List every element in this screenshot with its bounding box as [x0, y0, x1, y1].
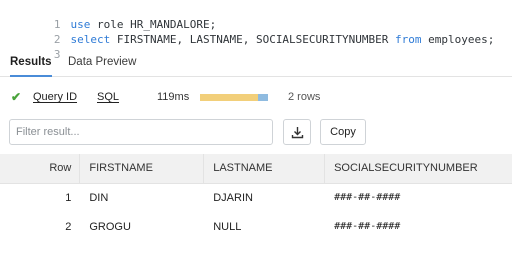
filter-result-input[interactable] — [9, 119, 273, 145]
download-button[interactable] — [283, 119, 311, 145]
code-line-2[interactable]: 2 select FIRSTNAME, LASTNAME, SOCIALSECUR… — [0, 17, 512, 46]
firstname-cell[interactable]: GROGU — [79, 212, 205, 241]
ssn-cell[interactable]: ###-##-#### — [324, 183, 512, 212]
row-count: 2 rows — [288, 91, 321, 103]
results-table: Row FIRSTNAME LASTNAME SOCIALSECURITYNUM… — [0, 154, 512, 241]
query-id-link[interactable]: Query ID — [33, 91, 77, 103]
tab-data-preview[interactable]: Data Preview — [68, 56, 136, 77]
firstname-cell[interactable]: DIN — [79, 183, 205, 212]
lastname-cell[interactable]: DJARIN — [203, 183, 326, 212]
table-row[interactable]: 2 GROGU NULL ###-##-#### — [0, 212, 512, 241]
copy-button[interactable]: Copy — [320, 119, 366, 145]
query-info-bar: ✔ Query ID SQL 119ms 2 rows — [0, 85, 512, 111]
ssn-cell[interactable]: ###-##-#### — [324, 212, 512, 241]
table-header-row: Row FIRSTNAME LASTNAME SOCIALSECURITYNUM… — [0, 154, 512, 184]
row-number-cell: 2 — [0, 212, 81, 241]
column-header-row[interactable]: Row — [0, 154, 81, 184]
tab-results[interactable]: Results — [10, 56, 52, 77]
column-header-ssn[interactable]: SOCIALSECURITYNUMBER — [324, 154, 512, 184]
query-duration: 119ms — [157, 91, 190, 103]
sql-link[interactable]: SQL — [97, 91, 119, 103]
timing-bar — [200, 94, 268, 101]
column-header-lastname[interactable]: LASTNAME — [203, 154, 326, 184]
code-line-1[interactable]: 1 use role HR_MANDALORE; — [0, 2, 512, 31]
download-icon — [291, 126, 303, 138]
timing-bar-segment — [257, 94, 268, 101]
column-header-firstname[interactable]: FIRSTNAME — [79, 154, 205, 184]
results-tabs: Results Data Preview — [0, 49, 512, 77]
code-line-3[interactable]: 3 — [0, 32, 512, 61]
lastname-cell[interactable]: NULL — [203, 212, 326, 241]
row-number-cell: 1 — [0, 183, 81, 212]
timing-bar-segment — [200, 94, 258, 101]
check-icon: ✔ — [11, 90, 22, 104]
sql-editor[interactable]: 1 use role HR_MANDALORE; 2 select FIRSTNAM… — [0, 0, 512, 61]
table-row[interactable]: 1 DIN DJARIN ###-##-#### — [0, 183, 512, 212]
